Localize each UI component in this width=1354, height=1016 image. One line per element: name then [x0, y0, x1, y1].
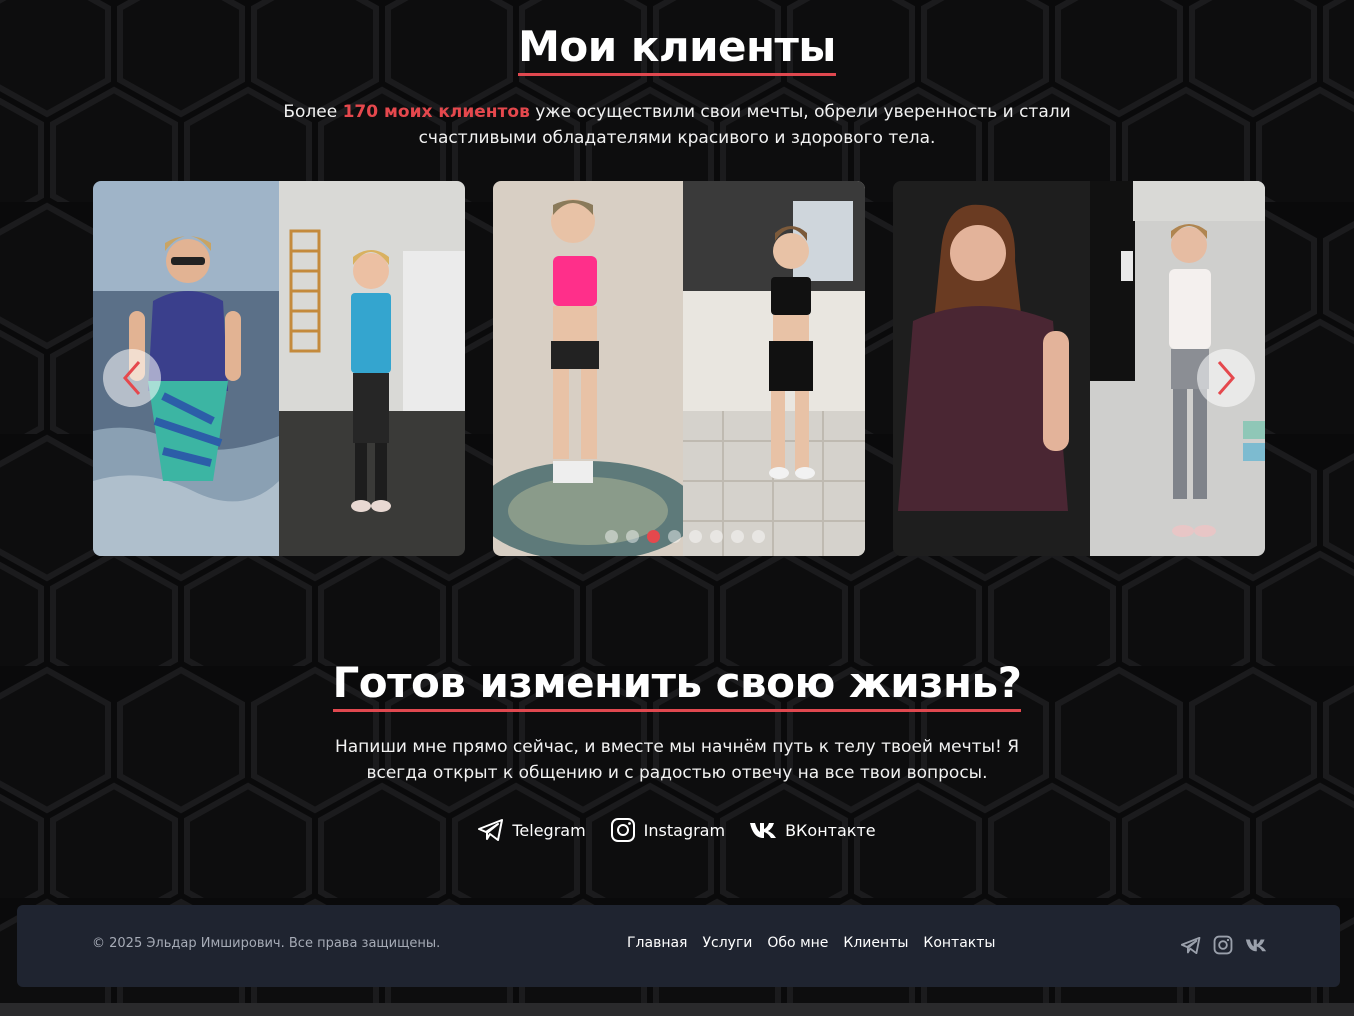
- slider-dot[interactable]: [752, 529, 765, 543]
- client-before-after-photo: [493, 181, 865, 556]
- telegram-link[interactable]: Telegram: [478, 817, 586, 843]
- footer-nav-home[interactable]: Главная: [627, 935, 687, 951]
- vk-link[interactable]: ВКонтакте: [749, 817, 876, 843]
- slider-dot[interactable]: [731, 529, 744, 543]
- slider-dot[interactable]: [689, 529, 702, 543]
- footer-nav-services[interactable]: Услуги: [702, 935, 752, 951]
- chevron-left-icon: [123, 361, 141, 395]
- footer-nav-contacts[interactable]: Контакты: [923, 935, 995, 951]
- clients-count: 170 моих клиентов: [342, 102, 530, 122]
- instagram-icon[interactable]: [1213, 935, 1233, 955]
- footer-nav-clients[interactable]: Клиенты: [843, 935, 908, 951]
- instagram-link[interactable]: Instagram: [610, 817, 725, 843]
- instagram-icon: [610, 818, 635, 842]
- slider-dot[interactable]: [710, 529, 723, 543]
- slider-dot[interactable]: [626, 529, 639, 543]
- page-bottom-bar: [0, 1003, 1354, 1016]
- footer-nav-about[interactable]: Обо мне: [767, 935, 828, 951]
- cta-title: Готов изменить свою жизнь?: [0, 658, 1354, 712]
- slider-pagination: [605, 529, 765, 543]
- copyright-text: © 2025 Эльдар Имширович. Все права защищ…: [92, 936, 441, 951]
- telegram-icon[interactable]: [1181, 936, 1201, 954]
- clients-lead: Более 170 моих клиентов уже осуществили …: [283, 102, 1071, 148]
- vk-icon[interactable]: [1245, 938, 1267, 952]
- slider-dot[interactable]: [668, 529, 681, 543]
- vk-icon: [750, 823, 777, 838]
- slider-prev-button[interactable]: [103, 349, 161, 407]
- slider-dot[interactable]: [605, 529, 618, 543]
- client-photo-2: [493, 181, 865, 556]
- footer-nav: Главная Услуги Обо мне Клиенты Контакты: [627, 935, 995, 951]
- slider-dot[interactable]: [647, 529, 660, 543]
- footer: © 2025 Эльдар Имширович. Все права защищ…: [17, 905, 1340, 987]
- cta-text: Напиши мне прямо сейчас, и вместе мы нач…: [334, 737, 1020, 783]
- clients-title: Мои клиенты: [0, 22, 1354, 76]
- telegram-icon: [478, 819, 504, 841]
- slider-next-button[interactable]: [1197, 349, 1255, 407]
- chevron-right-icon: [1217, 361, 1235, 395]
- footer-social-icons: [1181, 935, 1267, 955]
- page: Мои клиенты Более 170 моих клиентов уже …: [0, 0, 1354, 1003]
- social-links: Telegram Instagram ВКонтакте: [0, 817, 1354, 843]
